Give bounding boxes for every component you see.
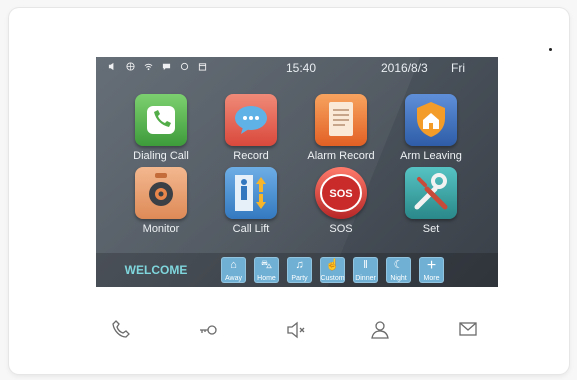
tile-label: Alarm Record	[307, 150, 375, 162]
date: 2016/8/3	[381, 61, 428, 75]
tile-label: SOS	[329, 223, 353, 235]
clock: 15:40	[286, 61, 317, 75]
mode-dinner-button[interactable]: ǁ Dinner	[353, 257, 378, 283]
phone-icon	[135, 94, 187, 146]
touch-screen: 15:40 2016/8/3 Fri Dialing Call Record A…	[96, 57, 498, 287]
dinner-icon: ǁ	[363, 259, 368, 271]
custom-icon: ☝	[325, 259, 340, 271]
car-icon: ⛍	[260, 259, 273, 271]
calendar-icon	[198, 62, 207, 71]
chat-bubble-icon	[225, 94, 277, 146]
house-shield-icon	[405, 94, 457, 146]
mode-label: Night	[390, 275, 407, 282]
tile-monitor[interactable]: Monitor	[116, 167, 206, 235]
mail-icon[interactable]	[457, 318, 479, 340]
welcome-label: WELCOME	[124, 263, 188, 277]
record-icon	[180, 62, 189, 71]
mode-label: More	[423, 275, 440, 282]
mode-label: Party	[291, 275, 308, 282]
speaker-icon	[108, 62, 117, 71]
mode-label: Custom	[320, 275, 345, 282]
mode-party-button[interactable]: ♫ Party	[287, 257, 312, 283]
user-icon[interactable]	[369, 318, 391, 340]
moon-icon: ☾	[393, 259, 404, 271]
status-bar: 15:40 2016/8/3 Fri	[96, 57, 498, 79]
tile-set[interactable]: Set	[386, 167, 476, 235]
status-icons	[108, 62, 207, 71]
document-icon	[315, 94, 367, 146]
tile-label: Arm Leaving	[400, 150, 462, 162]
svg-text:SOS: SOS	[329, 188, 352, 200]
tile-dialing-call[interactable]: Dialing Call	[116, 94, 206, 162]
mode-home-button[interactable]: ⛍ Home	[254, 257, 279, 283]
tile-label: Record	[233, 150, 269, 162]
tile-sos[interactable]: SOS SOS	[296, 167, 386, 235]
sos-icon: SOS	[315, 167, 367, 219]
tile-label: Call Lift	[232, 223, 270, 235]
tile-alarm-record[interactable]: Alarm Record	[296, 94, 386, 162]
sensor-dot	[549, 48, 552, 51]
tile-arm-leaving[interactable]: Arm Leaving	[386, 94, 476, 162]
tile-call-lift[interactable]: Call Lift	[206, 167, 296, 235]
mode-label: Dinner	[355, 275, 376, 282]
camera-icon	[135, 167, 187, 219]
weekday: Fri	[451, 61, 465, 75]
tile-label: Set	[422, 223, 440, 235]
key-icon[interactable]	[197, 318, 219, 340]
mode-label: Home	[257, 275, 276, 282]
plus-icon: +	[426, 257, 437, 274]
hardware-keys	[0, 318, 577, 348]
wifi-icon	[144, 62, 153, 71]
phone-key-icon[interactable]	[111, 318, 133, 340]
message-icon	[162, 62, 171, 71]
away-icon: ⌂	[230, 259, 237, 271]
mute-icon[interactable]	[285, 318, 307, 340]
mode-custom-button[interactable]: ☝ Custom	[320, 257, 345, 283]
party-icon: ♫	[295, 259, 304, 271]
tile-record[interactable]: Record	[206, 94, 296, 162]
network-icon	[126, 62, 135, 71]
tools-icon	[405, 167, 457, 219]
tile-label: Dialing Call	[133, 150, 189, 162]
mode-bar: WELCOME ⌂ Away ⛍ Home ♫ Party ☝ Custom ǁ…	[96, 253, 498, 287]
elevator-icon	[225, 167, 277, 219]
mode-more-button[interactable]: + More	[419, 257, 444, 283]
mode-label: Away	[225, 275, 242, 282]
mode-night-button[interactable]: ☾ Night	[386, 257, 411, 283]
mode-away-button[interactable]: ⌂ Away	[221, 257, 246, 283]
tile-label: Monitor	[142, 223, 180, 235]
mode-buttons: ⌂ Away ⛍ Home ♫ Party ☝ Custom ǁ Dinner …	[221, 257, 444, 283]
